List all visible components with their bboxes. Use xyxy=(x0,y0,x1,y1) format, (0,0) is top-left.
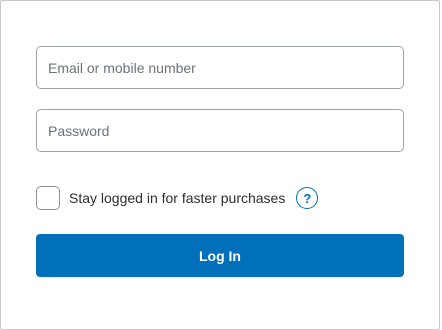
question-mark-circle-icon[interactable]: ? xyxy=(296,187,319,209)
stay-logged-in-label[interactable]: Stay logged in for faster purchases xyxy=(69,190,285,206)
password-field[interactable] xyxy=(36,109,404,152)
stay-logged-in-row: Stay logged in for faster purchases ? xyxy=(36,185,319,211)
login-button[interactable]: Log In xyxy=(36,234,404,277)
login-panel: Stay logged in for faster purchases ? Lo… xyxy=(0,0,440,330)
stay-logged-in-checkbox[interactable] xyxy=(36,186,60,210)
email-field[interactable] xyxy=(36,46,404,89)
